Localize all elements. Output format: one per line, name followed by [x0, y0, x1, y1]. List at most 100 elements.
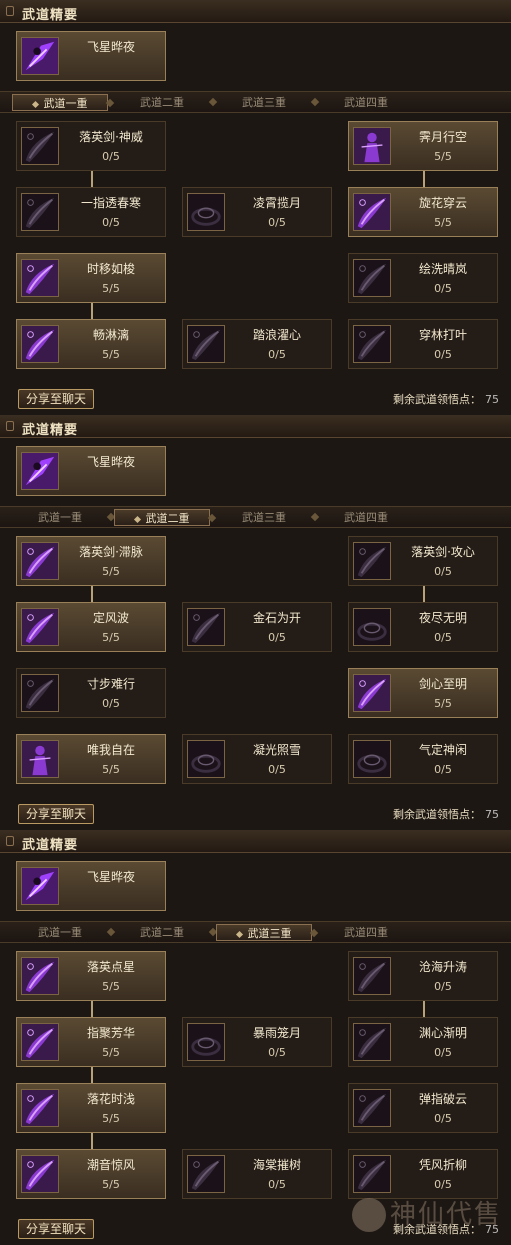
skill-node[interactable]: 寸步难行 0/5	[16, 668, 166, 718]
tab-tier-3[interactable]: 武道三重	[216, 94, 320, 111]
skill-node[interactable]: 剑心至明 5/5	[348, 668, 498, 718]
tab-separator-icon	[105, 98, 115, 108]
share-to-chat-button[interactable]: 分享至聊天	[18, 1219, 94, 1239]
tab-tier-1[interactable]: 武道一重	[12, 509, 116, 526]
sword-slash-icon	[353, 259, 391, 297]
seal-skill-card[interactable]: 飞星晔夜	[16, 861, 166, 911]
skill-node[interactable]: 沧海升涛 0/5	[348, 951, 498, 1001]
skill-level: 0/5	[268, 631, 286, 644]
tab-separator-icon	[309, 928, 319, 938]
share-to-chat-button[interactable]: 分享至聊天	[18, 804, 94, 824]
skill-node[interactable]: 潮音惊风 5/5	[16, 1149, 166, 1199]
panel-title: 武道精要	[22, 8, 79, 23]
remaining-value: 75	[485, 393, 499, 406]
skill-name: 指聚芳华	[86, 1026, 135, 1040]
swirl-icon	[187, 193, 225, 231]
skill-name: 落英剑·攻心	[411, 545, 475, 559]
sword-slash-icon	[353, 957, 391, 995]
skill-node[interactable]: 落花时浅 5/5	[16, 1083, 166, 1133]
tab-tier-2[interactable]: 武道二重	[114, 509, 217, 526]
tab-tier-4[interactable]: 武道四重	[318, 924, 414, 941]
skill-node[interactable]: 落英剑·神威 0/5	[16, 121, 166, 171]
tab-tier-3[interactable]: 武道三重	[216, 509, 320, 526]
skill-node[interactable]: 海棠摧树 0/5	[182, 1149, 332, 1199]
sword-slash-icon	[21, 127, 59, 165]
tab-tier-4[interactable]: 武道四重	[318, 94, 414, 111]
skill-name: 暴雨笼月	[252, 1026, 301, 1040]
skill-node[interactable]: 唯我自在 5/5	[16, 734, 166, 784]
seal-skill-card[interactable]: 飞星晔夜	[16, 31, 166, 81]
skill-level: 5/5	[102, 1178, 120, 1191]
skill-node[interactable]: 霁月行空 5/5	[348, 121, 498, 171]
tab-tier-1[interactable]: 武道一重	[12, 924, 116, 941]
tab-label: 武道三重	[247, 927, 292, 940]
skill-node[interactable]: 落英剑·攻心 0/5	[348, 536, 498, 586]
remaining-value: 75	[485, 808, 499, 821]
skill-node[interactable]: 暴雨笼月 0/5	[182, 1017, 332, 1067]
skill-node[interactable]: 畅淋漓 5/5	[16, 319, 166, 369]
skill-name: 定风波	[92, 611, 129, 625]
sword-slash-icon	[21, 193, 59, 231]
skill-level: 5/5	[102, 1112, 120, 1125]
skill-panel: 武道精要 飞星晔夜 武道一重 武道二重 武道三重 武道四重 落英剑·滞脉 5/5 落英剑·攻心 0…	[0, 415, 511, 830]
seal-skill-card[interactable]: 飞星晔夜	[16, 446, 166, 496]
skill-node[interactable]: 落英点星 5/5	[16, 951, 166, 1001]
skill-name: 霁月行空	[418, 130, 467, 144]
tab-tier-2[interactable]: 武道二重	[114, 94, 218, 111]
active-diamond-icon	[133, 515, 141, 523]
tab-tier-4[interactable]: 武道四重	[318, 509, 414, 526]
seal-skill-name: 飞星晔夜	[86, 40, 135, 54]
skill-level: 0/5	[102, 150, 120, 163]
skill-level: 5/5	[102, 348, 120, 361]
skill-name: 一指透春寒	[80, 196, 141, 210]
skill-name: 剑心至明	[418, 677, 467, 691]
skill-node[interactable]: 夜尽无明 0/5	[348, 602, 498, 652]
skill-node[interactable]: 凝光照雪 0/5	[182, 734, 332, 784]
tree-connector	[91, 303, 93, 319]
swirl-icon	[353, 740, 391, 778]
skill-level: 0/5	[102, 697, 120, 710]
skill-node[interactable]: 旋花穿云 5/5	[348, 187, 498, 237]
swirl-icon	[187, 740, 225, 778]
tree-connector	[91, 171, 93, 187]
skill-node[interactable]: 时移如梭 5/5	[16, 253, 166, 303]
skill-level: 0/5	[434, 763, 452, 776]
skill-level: 5/5	[102, 1046, 120, 1059]
active-diamond-icon	[235, 930, 243, 938]
skill-node[interactable]: 气定神闲 0/5	[348, 734, 498, 784]
tab-label: 武道一重	[38, 926, 82, 939]
skill-name: 金石为开	[252, 611, 301, 625]
skill-level: 0/5	[268, 763, 286, 776]
skill-node[interactable]: 凌霄揽月 0/5	[182, 187, 332, 237]
skill-node[interactable]: 金石为开 0/5	[182, 602, 332, 652]
skill-node[interactable]: 指聚芳华 5/5	[16, 1017, 166, 1067]
skill-name: 夜尽无明	[418, 611, 467, 625]
skill-node[interactable]: 踏浪濯心 0/5	[182, 319, 332, 369]
share-to-chat-button[interactable]: 分享至聊天	[18, 389, 94, 409]
skill-node[interactable]: 定风波 5/5	[16, 602, 166, 652]
skill-node[interactable]: 落英剑·滞脉 5/5	[16, 536, 166, 586]
sword-slash-icon	[187, 325, 225, 363]
skill-panel: 武道精要 飞星晔夜 武道一重 武道二重 武道三重 武道四重 落英点星 5/5 沧海升涛 0/5 指聚…	[0, 830, 511, 1245]
sword-slash-icon	[21, 325, 59, 363]
skill-node[interactable]: 一指透春寒 0/5	[16, 187, 166, 237]
skill-node[interactable]: 凭风折柳 0/5	[348, 1149, 498, 1199]
tab-tier-2[interactable]: 武道二重	[114, 924, 218, 941]
sword-slash-icon	[353, 542, 391, 580]
skill-node[interactable]: 穿林打叶 0/5	[348, 319, 498, 369]
tab-tier-1[interactable]: 武道一重	[12, 94, 115, 111]
skill-node[interactable]: 弹指破云 0/5	[348, 1083, 498, 1133]
header-ornament-icon	[6, 836, 14, 846]
skill-level: 5/5	[434, 216, 452, 229]
skill-level: 0/5	[434, 631, 452, 644]
skill-level: 0/5	[268, 1046, 286, 1059]
skill-node[interactable]: 渊心渐明 0/5	[348, 1017, 498, 1067]
tree-connector	[423, 171, 425, 187]
skill-name: 凌霄揽月	[252, 196, 301, 210]
shadow-figure-icon	[353, 127, 391, 165]
tab-tier-3[interactable]: 武道三重	[216, 924, 319, 941]
remaining-label: 剩余武道领悟点：	[393, 1223, 481, 1236]
skill-node[interactable]: 绘洗晴岚 0/5	[348, 253, 498, 303]
tree-connector	[91, 586, 93, 602]
active-diamond-icon	[31, 100, 39, 108]
